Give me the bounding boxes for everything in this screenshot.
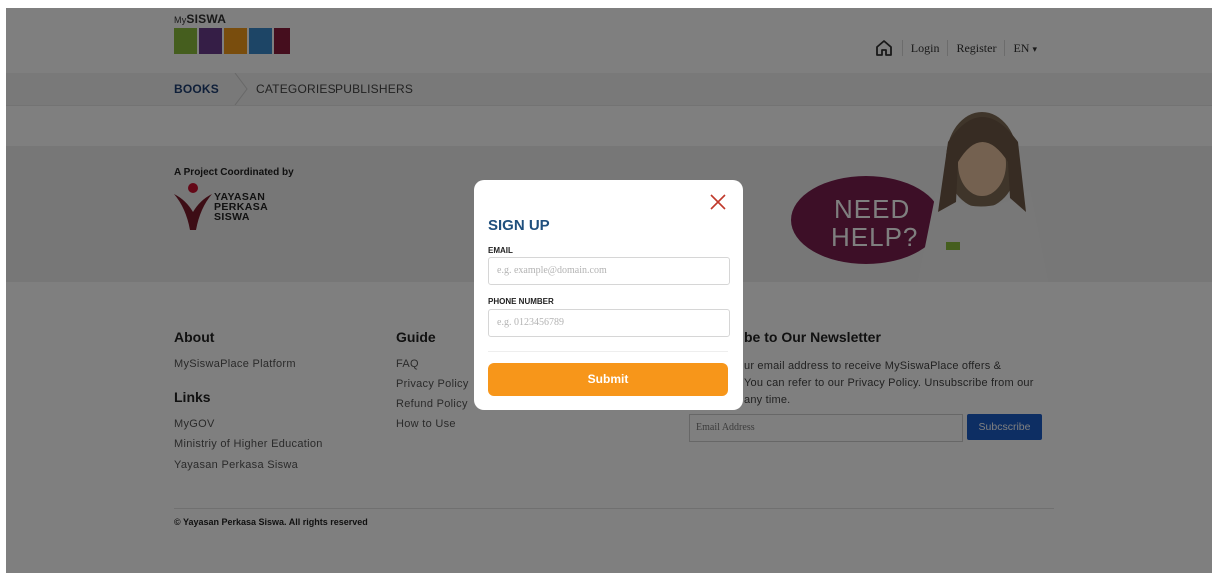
phone-field-wrapper xyxy=(488,309,730,337)
signup-modal: SIGN UP EMAIL PHONE NUMBER Submit xyxy=(474,180,743,410)
email-field-wrapper xyxy=(488,257,730,285)
close-icon[interactable] xyxy=(708,192,728,212)
modal-divider xyxy=(488,351,728,352)
phone-label: PHONE NUMBER xyxy=(488,297,554,306)
email-label: EMAIL xyxy=(488,246,513,255)
email-field[interactable] xyxy=(491,258,727,282)
signup-title: SIGN UP xyxy=(488,217,550,234)
phone-field[interactable] xyxy=(491,310,727,334)
submit-button[interactable]: Submit xyxy=(488,363,728,396)
